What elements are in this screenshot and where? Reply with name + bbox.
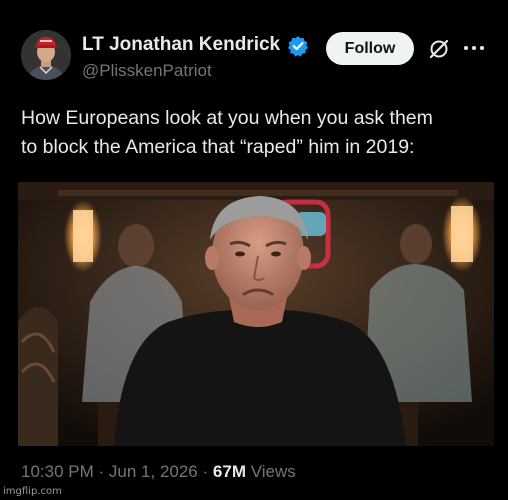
avatar[interactable] <box>21 30 71 80</box>
more-options-icon[interactable] <box>462 38 486 58</box>
grok-icon[interactable] <box>427 37 451 61</box>
tweet-time[interactable]: 10:30 PM <box>21 462 94 481</box>
views-label: Views <box>250 462 296 481</box>
tweet-text-line: to block the America that “raped” him in… <box>21 136 415 158</box>
meta-separator: · <box>202 462 209 481</box>
verified-badge-icon <box>288 36 308 57</box>
tweet-text-line: How Europeans look at you when you ask t… <box>21 107 433 129</box>
tweet-media-image[interactable] <box>18 182 494 446</box>
follow-button[interactable]: Follow <box>326 32 414 65</box>
author-handle[interactable]: @PlisskenPatriot <box>82 61 212 81</box>
display-name[interactable]: LT Jonathan Kendrick <box>82 34 280 56</box>
media-photo <box>18 182 494 446</box>
meta-separator: · <box>98 462 105 481</box>
imgflip-watermark: imgflip.com <box>3 486 62 497</box>
tweet-date[interactable]: Jun 1, 2026 <box>109 462 198 481</box>
avatar-image <box>21 30 71 80</box>
views-count: 67M <box>212 462 246 481</box>
tweet-meta: 10:30 PM · Jun 1, 2026 · 67M Views <box>21 462 296 482</box>
tweet-text: How Europeans look at you when you ask t… <box>21 104 491 162</box>
